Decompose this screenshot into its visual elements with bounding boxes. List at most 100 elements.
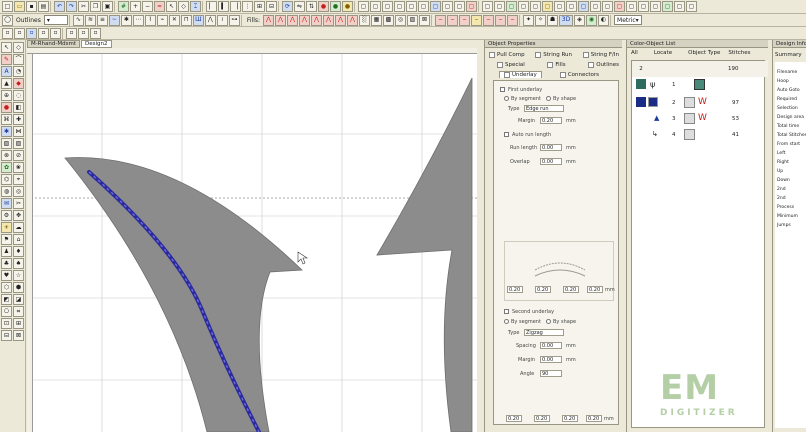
- lt-21-icon[interactable]: ⌬: [1, 174, 12, 185]
- outline-icon[interactable]: ◯: [2, 14, 13, 26]
- back-icon[interactable]: ⌁: [156, 14, 168, 26]
- first-by-segment-radio[interactable]: [504, 96, 509, 101]
- second-spacing-input[interactable]: 0.00: [540, 342, 562, 349]
- tab-underlay[interactable]: Underlay: [499, 71, 542, 78]
- t7-icon[interactable]: ▢: [430, 1, 441, 12]
- print-icon[interactable]: ▤: [38, 1, 49, 12]
- row3-g-icon[interactable]: ▫: [78, 27, 89, 39]
- fill-program-icon[interactable]: ⋀: [299, 14, 311, 26]
- lt-34-icon[interactable]: ♦: [13, 246, 24, 257]
- t6-icon[interactable]: ▢: [418, 1, 429, 12]
- run-icon[interactable]: ∿: [72, 14, 84, 26]
- measure-icon[interactable]: ⌶: [190, 1, 201, 12]
- cut-icon[interactable]: ✂: [78, 1, 89, 12]
- lt-28-icon[interactable]: ✥: [13, 210, 24, 221]
- list-item[interactable]: ↳ 4 41: [632, 127, 768, 143]
- group-icon[interactable]: ⊞: [254, 1, 265, 12]
- lt-20-icon[interactable]: ❀: [13, 162, 24, 173]
- second-slider-2[interactable]: 0.20: [534, 415, 550, 422]
- lt-3-icon[interactable]: A: [1, 66, 12, 77]
- mirror-icon[interactable]: ⇋: [294, 1, 305, 12]
- lt-1-icon[interactable]: ✎: [1, 54, 12, 65]
- tab-string-fin[interactable]: String F/In: [582, 52, 619, 58]
- lt-41-icon[interactable]: ◩: [1, 294, 12, 305]
- t2-icon[interactable]: ▢: [370, 1, 381, 12]
- t3-icon[interactable]: ▢: [382, 1, 393, 12]
- lt-48-icon[interactable]: ⊠: [13, 330, 24, 341]
- effect-5-icon[interactable]: ⌢: [483, 14, 495, 26]
- lt-2-icon[interactable]: ⌒: [13, 54, 24, 65]
- fill-net-icon[interactable]: ⊠: [419, 14, 431, 26]
- fill-cross-icon[interactable]: ▦: [371, 14, 383, 26]
- fill-color-icon[interactable]: ▩: [383, 14, 395, 26]
- lt-9-icon[interactable]: ●: [1, 102, 12, 113]
- select-icon[interactable]: ↖: [166, 1, 177, 12]
- effect-6-icon[interactable]: ⌢: [495, 14, 507, 26]
- t13-icon[interactable]: ▢: [506, 1, 517, 12]
- ribbon-icon[interactable]: ≀: [216, 14, 228, 26]
- fill-tatami-icon[interactable]: ⋀: [275, 14, 287, 26]
- list-item[interactable]: ψ 1: [632, 77, 768, 93]
- tab-doc-1[interactable]: M-Rhand-Mdsmt: [27, 40, 80, 48]
- open-file-icon[interactable]: ▭: [14, 1, 25, 12]
- lt-29-icon[interactable]: ☀: [1, 222, 12, 233]
- lt-5-icon[interactable]: ▲: [1, 78, 12, 89]
- fill-contour-icon[interactable]: ⋀: [347, 14, 359, 26]
- fill-stipple-icon[interactable]: ░: [359, 14, 371, 26]
- lt-42-icon[interactable]: ◪: [13, 294, 24, 305]
- col-object-type[interactable]: Object Type: [688, 50, 720, 58]
- col-locate[interactable]: Locate: [654, 50, 672, 58]
- lt-32-icon[interactable]: ⌂: [13, 234, 24, 245]
- second-by-shape-radio[interactable]: [546, 319, 551, 324]
- lt-35-icon[interactable]: ♣: [1, 258, 12, 269]
- second-by-segment-radio[interactable]: [504, 319, 509, 324]
- distribute-icon[interactable]: ⋮: [242, 1, 253, 12]
- t8-icon[interactable]: ▢: [442, 1, 453, 12]
- t21-icon[interactable]: ▢: [602, 1, 613, 12]
- tool-d-icon[interactable]: ◈: [574, 14, 586, 26]
- t9-icon[interactable]: ▢: [454, 1, 465, 12]
- first-slider-1[interactable]: 0.20: [507, 286, 523, 293]
- save-icon[interactable]: ▪: [26, 1, 37, 12]
- motif-icon[interactable]: ✱: [120, 14, 132, 26]
- first-by-shape-radio[interactable]: [546, 96, 551, 101]
- node-icon[interactable]: ◇: [13, 42, 24, 53]
- overlap-input[interactable]: 0.00: [540, 158, 562, 165]
- first-type-select[interactable]: Edge run: [524, 105, 564, 112]
- lt-27-icon[interactable]: ⚙: [1, 210, 12, 221]
- t16-icon[interactable]: ▢: [542, 1, 553, 12]
- green-icon[interactable]: ●: [330, 1, 341, 12]
- align-left-icon[interactable]: ▏: [206, 1, 217, 12]
- fill-radial-icon[interactable]: ⋀: [335, 14, 347, 26]
- first-slider-3[interactable]: 0.20: [563, 286, 579, 293]
- t22-icon[interactable]: ▢: [614, 1, 625, 12]
- zoom-in-icon[interactable]: +: [130, 1, 141, 12]
- fill-motif-icon[interactable]: ⋀: [311, 14, 323, 26]
- t24-icon[interactable]: ▢: [638, 1, 649, 12]
- lt-14-icon[interactable]: ⋈: [13, 126, 24, 137]
- t14-icon[interactable]: ▢: [518, 1, 529, 12]
- lt-13-icon[interactable]: ✱: [1, 126, 12, 137]
- lt-12-icon[interactable]: ✚: [13, 114, 24, 125]
- effect-1-icon[interactable]: ⌢: [435, 14, 447, 26]
- t19-icon[interactable]: ▢: [578, 1, 589, 12]
- lt-24-icon[interactable]: ◎: [13, 186, 24, 197]
- new-file-icon[interactable]: □: [2, 1, 13, 12]
- lt-30-icon[interactable]: ☁: [13, 222, 24, 233]
- tool-b-icon[interactable]: ✧: [535, 14, 547, 26]
- triple-icon[interactable]: ≡: [96, 14, 108, 26]
- second-slider-1[interactable]: 0.20: [506, 415, 522, 422]
- second-type-select[interactable]: Zigzag: [524, 329, 564, 336]
- row3-d-icon[interactable]: ▫: [38, 27, 49, 39]
- effect-3-icon[interactable]: ⌢: [459, 14, 471, 26]
- t15-icon[interactable]: ▢: [530, 1, 541, 12]
- lt-18-icon[interactable]: ⊘: [13, 150, 24, 161]
- lt-31-icon[interactable]: ⚑: [1, 234, 12, 245]
- auto-run-length-checkbox[interactable]: [504, 132, 509, 137]
- run-length-input[interactable]: 0.00: [540, 144, 562, 151]
- lt-7-icon[interactable]: ⊕: [1, 90, 12, 101]
- tool-a-icon[interactable]: ✦: [523, 14, 535, 26]
- t25-icon[interactable]: ▢: [650, 1, 661, 12]
- stem-icon[interactable]: ⌇: [144, 14, 156, 26]
- zig-icon[interactable]: ⋀: [204, 14, 216, 26]
